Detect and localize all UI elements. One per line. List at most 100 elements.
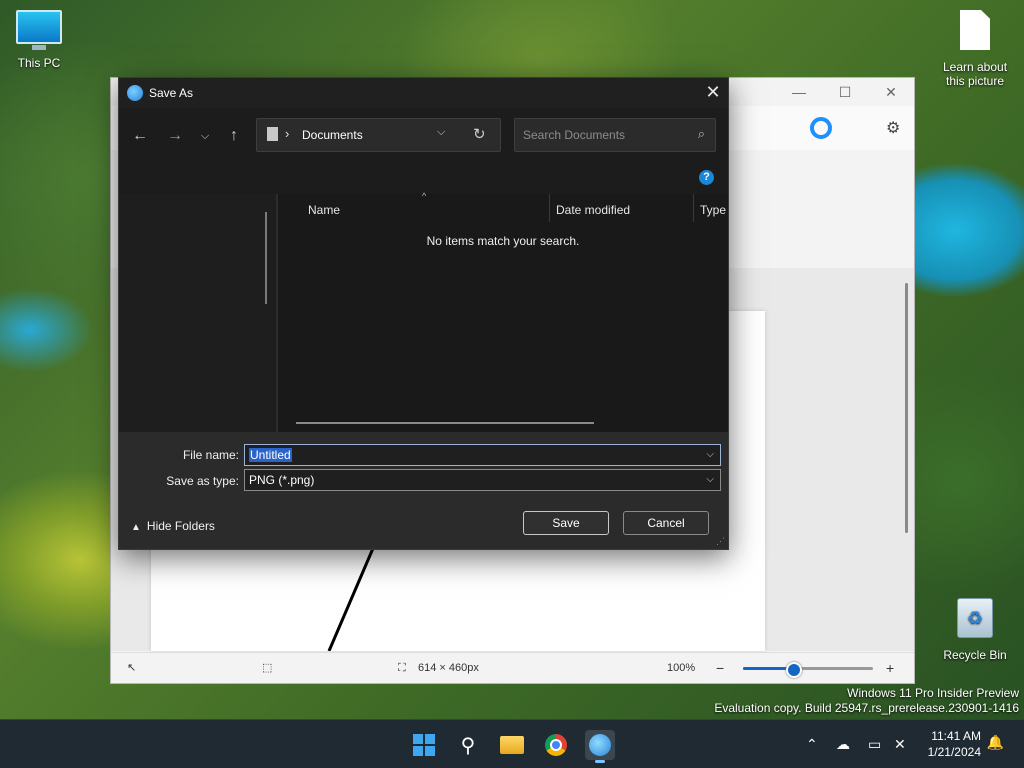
network-icon[interactable]: ▭ (868, 720, 881, 768)
save-type-select[interactable]: PNG (*.png) ⌵ (244, 469, 721, 491)
chevron-down-icon: ⌵ (200, 130, 210, 142)
resize-grip-icon[interactable]: ⋰ (716, 536, 725, 547)
chrome-icon (545, 734, 567, 756)
monitor-icon (16, 10, 62, 50)
horizontal-scrollbar[interactable] (296, 422, 594, 424)
file-icon (960, 10, 990, 50)
empty-message: No items match your search. (426, 234, 580, 248)
maximize-icon[interactable]: ☐ (822, 78, 868, 106)
file-explorer-button[interactable] (497, 730, 527, 760)
canvas-size-icon: ⛶ (398, 662, 406, 674)
paint-app-icon (127, 85, 143, 101)
save-type-value: PNG (*.png) (249, 473, 315, 487)
desktop-icon-label: Learn about (942, 60, 1008, 74)
save-type-label: Save as type: (166, 474, 239, 488)
dialog-titlebar: Save As ✕ (119, 78, 728, 108)
column-header-type[interactable]: Type (700, 199, 726, 221)
chevron-down-icon[interactable]: ⌵ (706, 470, 714, 490)
windows-logo-icon (413, 734, 435, 756)
volume-muted-icon[interactable]: ✕ (894, 720, 906, 768)
search-icon: ⚲ (460, 734, 476, 757)
column-header-name[interactable]: Name (308, 199, 340, 221)
save-as-dialog: Save As ✕ ← → ⌵ ↑ › Documents ⌵ ↻ ⌕ ? Na… (118, 77, 729, 550)
chevron-down-icon[interactable]: ⌵ (437, 126, 445, 139)
taskbar-search-button[interactable]: ⚲ (453, 730, 483, 760)
chevron-down-icon[interactable]: ⌵ (706, 445, 714, 465)
sort-ascending-icon: ^ (422, 191, 427, 201)
watermark-line: Windows 11 Pro Insider Preview (847, 686, 1019, 700)
file-name-value[interactable]: Untitled (249, 448, 292, 462)
forward-button[interactable]: → (163, 124, 187, 148)
close-icon[interactable]: ✕ (868, 78, 914, 106)
search-icon[interactable]: ⌕ (698, 126, 705, 142)
notification-bell-icon[interactable]: 🔔 (987, 734, 1004, 751)
canvas-size-text: 614 × 460px (418, 662, 479, 674)
close-icon[interactable]: ✕ (698, 78, 728, 108)
clock-date: 1/21/2024 (927, 745, 981, 759)
column-separator[interactable] (693, 194, 694, 222)
recycle-bin-icon: ♻ (957, 598, 993, 638)
window-controls: — ☐ ✕ (776, 78, 914, 106)
recent-locations-button[interactable]: ⌵ (193, 124, 217, 148)
chevron-up-icon: ▲ (131, 522, 141, 533)
clock[interactable]: 11:41 AM 1/21/2024 (928, 728, 981, 760)
back-button[interactable]: ← (128, 124, 152, 148)
dialog-title: Save As (149, 86, 194, 100)
paint-taskbar-button[interactable] (585, 730, 615, 763)
minimize-icon[interactable]: — (776, 78, 822, 106)
address-bar[interactable]: › Documents ⌵ ↻ (256, 118, 501, 152)
zoom-slider-thumb[interactable] (785, 662, 802, 678)
column-separator[interactable] (549, 194, 550, 222)
zoom-in-icon[interactable]: + (886, 653, 894, 683)
documents-icon (267, 127, 278, 141)
start-button[interactable] (409, 730, 439, 760)
onedrive-icon[interactable]: ☁ (836, 720, 850, 768)
column-header-date-modified[interactable]: Date modified (556, 199, 630, 221)
desktop-icon-this-pc[interactable]: This PC (14, 10, 64, 70)
arrow-left-icon: ← (132, 127, 148, 144)
desktop-icon-label: Recycle Bin (943, 648, 1007, 662)
search-box[interactable]: ⌕ (514, 118, 716, 152)
desktop-icon-label: this picture (945, 74, 1005, 88)
desktop-icon-label: This PC (17, 56, 61, 70)
navigation-bar: ← → ⌵ ↑ › Documents ⌵ ↻ ⌕ (119, 108, 728, 164)
desktop-icon-learn-about-picture[interactable]: Learn about this picture (936, 10, 1014, 88)
help-icon[interactable]: ? (699, 170, 714, 185)
clock-time: 11:41 AM (931, 729, 981, 743)
breadcrumb-documents[interactable]: Documents (302, 128, 363, 142)
zoom-slider[interactable] (743, 662, 873, 678)
show-hidden-icons-chevron-up-icon[interactable]: ⌃ (806, 720, 818, 768)
account-icon[interactable]: ⚙ (886, 118, 900, 138)
watermark-line: Evaluation copy. Build 25947.rs_prerelea… (714, 701, 1019, 715)
arrow-right-icon: → (167, 127, 183, 144)
cancel-button[interactable]: Cancel (623, 511, 709, 535)
arrow-up-icon: ↑ (230, 127, 238, 144)
file-name-label: File name: (182, 448, 239, 462)
search-input[interactable] (515, 119, 685, 151)
pointer-icon: ↖ (127, 662, 137, 674)
taskbar: ⚲ ⌃ ☁ ▭ ✕ 11:41 AM 1/21/2024 🔔 (0, 719, 1024, 768)
file-name-field[interactable]: Untitled ⌵ (244, 444, 721, 466)
zoom-out-icon[interactable]: − (716, 653, 724, 683)
paint-icon (589, 734, 611, 756)
folder-icon (500, 736, 524, 754)
navigation-pane[interactable] (119, 194, 276, 432)
desktop-icon-recycle-bin[interactable]: ♻ Recycle Bin (938, 598, 1012, 662)
command-bar: ? (119, 164, 728, 194)
selection-icon: ⬚ (262, 662, 273, 674)
up-button[interactable]: ↑ (222, 124, 246, 148)
windows-watermark: Windows 11 Pro Insider Preview Evaluatio… (714, 686, 1019, 716)
vertical-scrollbar[interactable] (905, 283, 908, 533)
save-button[interactable]: Save (523, 511, 609, 535)
chrome-button[interactable] (541, 730, 571, 760)
refresh-icon[interactable]: ↻ (473, 125, 486, 143)
file-list[interactable]: Name ^ Date modified Type No items match… (278, 191, 728, 432)
hide-folders-button[interactable]: ▲ Hide Folders (131, 519, 215, 533)
breadcrumb-separator: › (285, 126, 290, 141)
navigation-pane-scrollbar[interactable] (265, 212, 267, 304)
zoom-level[interactable]: 100% (667, 653, 695, 683)
copilot-icon[interactable] (810, 117, 832, 139)
save-options-panel: File name: Untitled ⌵ Save as type: PNG … (119, 432, 728, 549)
paint-status-bar: ↖ ⬚ ⛶ 614 × 460px 100% − + (111, 652, 914, 683)
hide-folders-label: Hide Folders (146, 519, 215, 533)
